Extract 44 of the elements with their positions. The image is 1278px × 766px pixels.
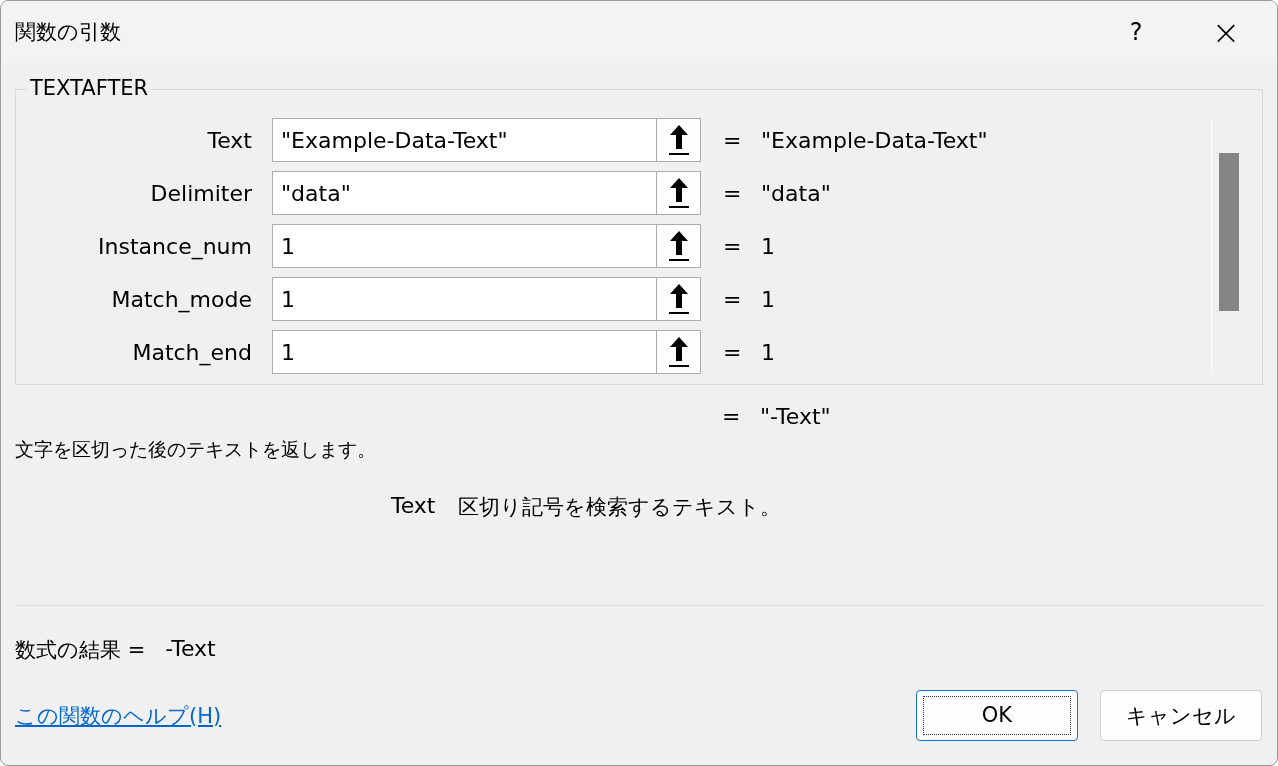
formula-result-value: -Text [165, 636, 216, 663]
dialog-button[interactable]: OK [916, 690, 1078, 741]
argument-label: Text [206, 127, 252, 153]
window-title: 関数の引数 [15, 19, 122, 46]
argument-label: Instance_num [97, 233, 252, 259]
dialog-button[interactable]: キャンセル [1100, 690, 1262, 741]
collapse-button[interactable] [656, 224, 701, 268]
argument-name: Text [391, 493, 436, 520]
equals-sign: = [722, 403, 740, 429]
argument-description: 区切り記号を検索するテキスト。 [457, 494, 781, 521]
upload-arrow-icon [667, 176, 690, 210]
argument-result: "Example-Data-Text" [761, 127, 988, 153]
upload-arrow-icon [667, 123, 690, 157]
argument-field[interactable]: "data" [272, 171, 656, 215]
scrollbar-thumb[interactable] [1219, 153, 1239, 311]
argument-result: 1 [761, 339, 775, 365]
argument-result: 1 [761, 233, 775, 259]
upload-arrow-icon [667, 282, 690, 316]
argument-field[interactable]: "Example-Data-Text" [272, 118, 656, 162]
help-link[interactable]: この関数のヘルプ(H) [15, 701, 222, 730]
argument-label: Match_mode [110, 286, 252, 312]
upload-arrow-icon [667, 335, 690, 369]
argument-label: Match_end [131, 339, 252, 365]
help-button[interactable]: ? [1091, 1, 1181, 63]
argument-label: Delimiter [149, 180, 252, 206]
function-result: "-Text" [760, 403, 831, 429]
collapse-button[interactable] [656, 330, 701, 374]
equals-sign: = [723, 127, 741, 153]
collapse-button[interactable] [656, 171, 701, 215]
function-description: 文字を区切った後のテキストを返します。 [15, 437, 377, 462]
formula-result-label: 数式の結果 = [15, 637, 146, 664]
argument-result: 1 [761, 286, 775, 312]
close-button[interactable]: × [1181, 1, 1271, 63]
argument-field[interactable]: 1 [272, 277, 656, 321]
equals-sign: = [723, 233, 741, 259]
equals-sign: = [723, 180, 741, 206]
argument-field[interactable]: 1 [272, 330, 656, 374]
argument-field[interactable]: 1 [272, 224, 656, 268]
equals-sign: = [723, 339, 741, 365]
collapse-button[interactable] [656, 277, 701, 321]
upload-arrow-icon [667, 229, 690, 263]
collapse-button[interactable] [656, 118, 701, 162]
argument-result: "data" [761, 180, 831, 206]
equals-sign: = [723, 286, 741, 312]
